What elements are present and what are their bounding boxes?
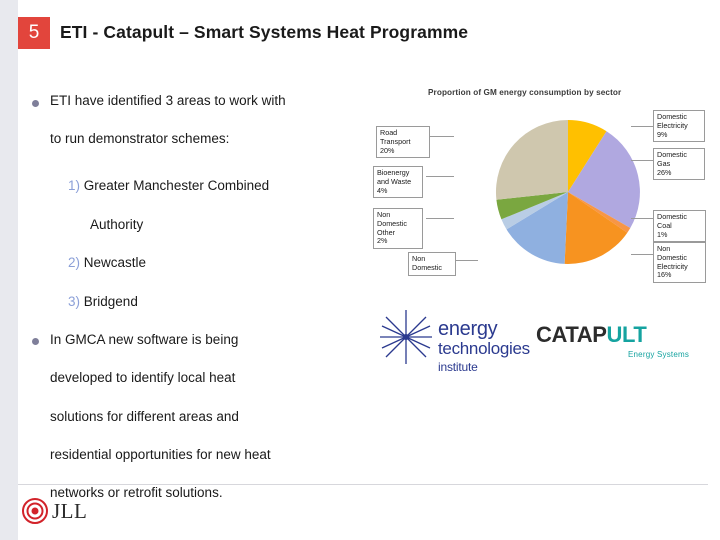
callout-label: Non Domestic Other: [377, 210, 407, 237]
catapult-wordmark: CATAPULT: [536, 322, 647, 348]
pie-graphic: [488, 110, 648, 275]
leader-line: [426, 218, 454, 219]
bullet-dot-icon: [32, 338, 39, 345]
callout-label: Road Transport: [380, 128, 411, 146]
jll-wordmark: JLL: [52, 499, 88, 523]
callout-value: 26%: [657, 167, 672, 177]
bullet1-line2: to run demonstrator schemes:: [50, 131, 230, 146]
bullet-dot-icon: [32, 100, 39, 107]
callout-domestic-gas: Domestic Gas 26%: [653, 148, 705, 181]
callout-non-domestic: Non Domestic: [408, 252, 456, 276]
list-item-label: Bridgend: [83, 294, 138, 309]
pie-svg: [495, 120, 640, 264]
list-item: 2) Newcastle: [68, 255, 146, 270]
list-item-number: 2): [68, 255, 81, 270]
catapult-subtitle: Energy Systems: [628, 350, 690, 359]
catapult-logo: CATAPULT Energy Systems: [536, 322, 706, 372]
callout-label: Domestic Coal: [657, 212, 687, 230]
footer-divider: [18, 484, 708, 485]
eti-wordmark: energy technologies institute: [438, 318, 530, 377]
callout-label: Domestic Electricity: [657, 112, 688, 130]
callout-label: Non Domestic: [412, 254, 442, 272]
catapult-part2: ULT: [606, 322, 647, 347]
list-item-number: 1): [68, 178, 81, 193]
leader-line: [631, 126, 653, 127]
leader-line: [631, 160, 653, 161]
callout-label: Domestic Gas: [657, 150, 687, 168]
bullet2-line1: In GMCA new software is being: [50, 332, 239, 347]
callout-bioenergy-and-waste: Bioenergy and Waste 4%: [373, 166, 423, 199]
callout-value: 9%: [657, 129, 668, 139]
eti-line2: technologies: [438, 339, 530, 358]
callout-domestic-coal: Domestic Coal 1%: [653, 210, 706, 243]
leader-line: [426, 176, 454, 177]
leader-line: [456, 260, 478, 261]
callout-value: 4%: [377, 185, 388, 195]
leader-line: [631, 254, 653, 255]
energy-technologies-institute-logo: energy technologies institute: [376, 306, 530, 384]
slide-number-badge: 5: [18, 17, 50, 49]
callout-non-domestic-electricity: Non Domestic Electricity 16%: [653, 242, 706, 284]
eti-mark-icon: [380, 310, 432, 364]
leader-line: [428, 136, 454, 137]
partner-logos: energy technologies institute CATAPULT E…: [368, 300, 708, 390]
callout-value: 20%: [380, 145, 395, 155]
jll-logo: JLL: [22, 498, 112, 526]
eti-line1: energy: [438, 318, 498, 340]
callout-value: 2%: [377, 236, 388, 246]
list-item-label: Authority: [90, 217, 144, 232]
list-item: 1) Greater Manchester Combined: [68, 178, 269, 193]
jll-mark-icon: [22, 498, 48, 524]
list-item-label: Greater Manchester Combined: [83, 178, 270, 193]
bullet2-line3: solutions for different areas and: [50, 409, 239, 424]
list-item-number: 3): [68, 294, 81, 309]
page-title: ETI - Catapult – Smart Systems Heat Prog…: [60, 22, 469, 42]
callout-label: Bioenergy and Waste: [377, 168, 412, 186]
callout-road-transport: Road Transport 20%: [376, 126, 430, 159]
callout-value: 16%: [657, 270, 672, 280]
list-item: 3) Bridgend: [68, 294, 138, 309]
callout-non-domestic-other: Non Domestic Other 2%: [373, 208, 423, 250]
slide: 5 ETI - Catapult – Smart Systems Heat Pr…: [0, 0, 720, 540]
energy-consumption-pie-chart: Proportion of GM energy consumption by s…: [368, 82, 708, 287]
bullet2-line2: developed to identify local heat: [50, 370, 236, 385]
callout-domestic-electricity: Domestic Electricity 9%: [653, 110, 705, 143]
list-item-label: Newcastle: [83, 255, 147, 270]
eti-line3: institute: [438, 360, 478, 374]
catapult-part1: CATAP: [536, 322, 607, 347]
left-accent-bar: [0, 0, 18, 540]
leader-line: [631, 218, 653, 219]
callout-value: 1%: [657, 229, 668, 239]
chart-title: Proportion of GM energy consumption by s…: [428, 88, 622, 97]
callout-label: Non Domestic Electricity: [657, 244, 688, 271]
bullet1-line1: ETI have identified 3 areas to work with: [50, 93, 286, 108]
bullet2-line4: residential opportunities for new heat: [50, 447, 271, 462]
list-item: Authority: [90, 217, 143, 232]
